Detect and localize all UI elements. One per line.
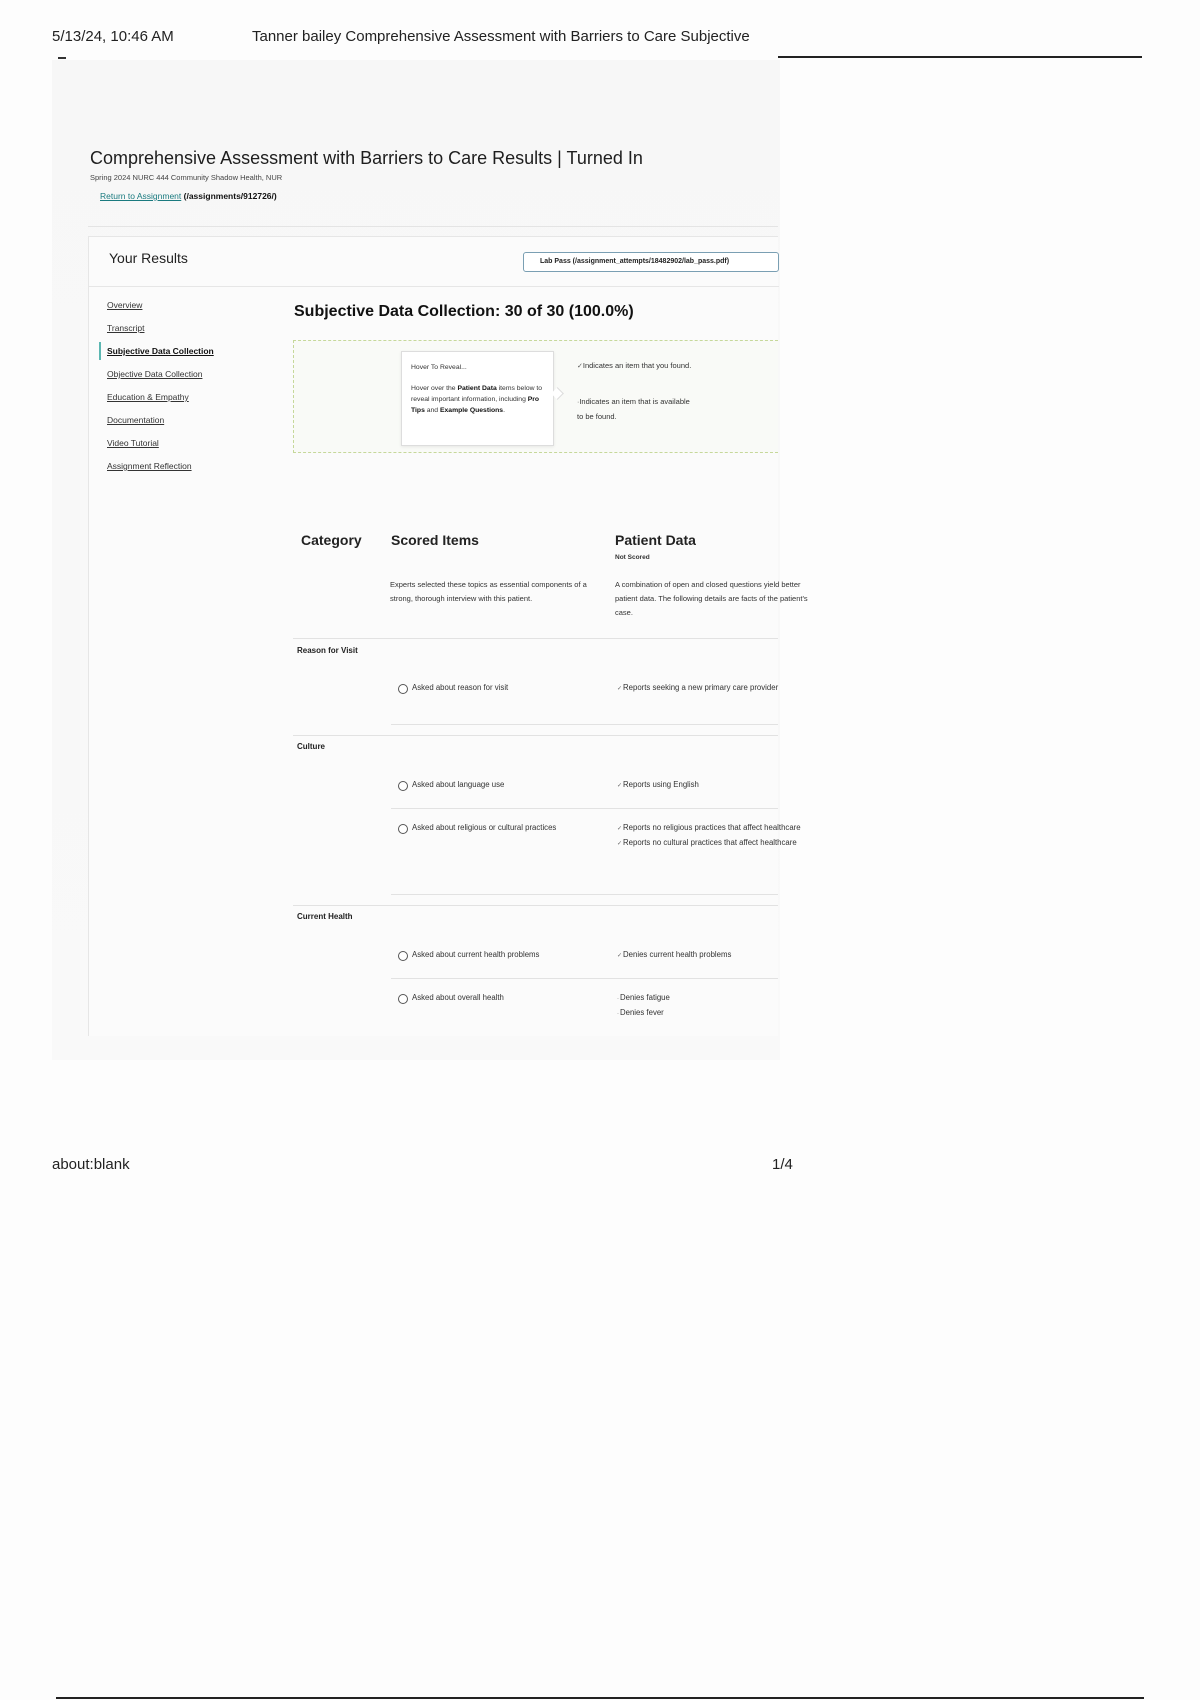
tooltip-body: Hover over the Patient Data items below … bbox=[411, 385, 543, 414]
patient-data-item[interactable]: ✓Denies current health problems bbox=[617, 948, 812, 963]
nav-item-transcript[interactable]: Transcript bbox=[107, 323, 237, 346]
divider bbox=[88, 226, 778, 227]
category-current-health: Current Health bbox=[297, 912, 353, 921]
scored-items-description: Experts selected these topics as essenti… bbox=[390, 580, 587, 603]
scored-item: Asked about reason for visit bbox=[398, 683, 508, 694]
nav-item-objective-data-collection[interactable]: Objective Data Collection bbox=[107, 369, 237, 392]
scored-item-radio bbox=[398, 684, 408, 694]
scored-item: Asked about religious or cultural practi… bbox=[398, 823, 556, 834]
header-rule bbox=[778, 56, 1142, 58]
lab-pass-button[interactable]: Lab Pass (/assignment_attempts/18482902/… bbox=[523, 252, 779, 272]
not-scored-label: Not Scored bbox=[615, 554, 650, 561]
scored-item-radio bbox=[398, 951, 408, 961]
scored-item-radio bbox=[398, 824, 408, 834]
course-subtitle: Spring 2024 NURC 444 Community Shadow He… bbox=[90, 173, 283, 182]
patient-data-cell: ✓Reports using English bbox=[617, 778, 812, 793]
tooltip-heading: Hover To Reveal... bbox=[411, 364, 467, 371]
patient-data-item[interactable]: ·Denies fever bbox=[617, 1006, 812, 1021]
category-reason-for-visit: Reason for Visit bbox=[297, 646, 358, 655]
hover-tooltip: Hover To Reveal... Hover over the Patien… bbox=[401, 351, 554, 446]
patient-data-item[interactable]: ✓Reports using English bbox=[617, 778, 812, 793]
card-divider bbox=[89, 286, 779, 287]
found-check-icon: ✓ bbox=[617, 686, 623, 692]
print-footer-page: 1/4 bbox=[772, 1156, 793, 1173]
available-icon: · bbox=[617, 996, 619, 1002]
patient-data-cell: ✓Reports no religious practices that aff… bbox=[617, 821, 812, 851]
scored-item-radio bbox=[398, 994, 408, 1004]
patient-data-item[interactable]: ✓Reports seeking a new primary care prov… bbox=[617, 681, 812, 696]
row-divider bbox=[293, 905, 778, 906]
available-icon: · bbox=[617, 1011, 619, 1017]
page-title: Comprehensive Assessment with Barriers t… bbox=[90, 148, 643, 168]
scored-item: Asked about current health problems bbox=[398, 950, 539, 961]
row-divider bbox=[391, 808, 778, 809]
scored-item: Asked about language use bbox=[398, 780, 504, 791]
patient-data-item[interactable]: ·Denies fatigue bbox=[617, 991, 812, 1006]
results-nav: Overview Transcript Subjective Data Coll… bbox=[99, 300, 237, 484]
column-header-category: Category bbox=[301, 532, 362, 548]
found-check-icon: ✓ bbox=[617, 826, 623, 832]
section-title: Subjective Data Collection: 30 of 30 (10… bbox=[294, 303, 634, 320]
nav-item-documentation[interactable]: Documentation bbox=[107, 415, 237, 438]
legend-box: Hover To Reveal... Hover over the Patien… bbox=[293, 340, 778, 453]
print-title: Tanner bailey Comprehensive Assessment w… bbox=[252, 28, 750, 45]
nav-item-education-empathy[interactable]: Education & Empathy bbox=[107, 392, 237, 415]
nav-item-overview[interactable]: Overview bbox=[107, 300, 237, 323]
legend-available: ·Indicates an item that is available to … bbox=[577, 397, 690, 421]
patient-data-description: A combination of open and closed questio… bbox=[615, 580, 808, 617]
return-to-assignment-link[interactable]: Return to Assignment bbox=[100, 191, 181, 201]
found-check-icon: ✓ bbox=[617, 953, 623, 959]
patient-data-cell: ✓Reports seeking a new primary care prov… bbox=[617, 681, 812, 696]
row-divider bbox=[391, 894, 778, 895]
captured-page: Comprehensive Assessment with Barriers t… bbox=[52, 60, 808, 1060]
scored-item-radio bbox=[398, 781, 408, 791]
category-culture: Culture bbox=[297, 742, 325, 751]
print-date: 5/13/24, 10:46 AM bbox=[52, 28, 174, 45]
patient-data-item[interactable]: ✓Reports no cultural practices that affe… bbox=[617, 836, 812, 851]
row-divider bbox=[293, 735, 778, 736]
scored-item: Asked about overall health bbox=[398, 993, 504, 1004]
row-divider bbox=[391, 978, 778, 979]
patient-data-cell: ✓Denies current health problems bbox=[617, 948, 812, 963]
nav-item-assignment-reflection[interactable]: Assignment Reflection bbox=[107, 461, 237, 484]
print-footer-url: about:blank bbox=[52, 1156, 130, 1173]
nav-item-subjective-data-collection[interactable]: Subjective Data Collection bbox=[99, 342, 237, 369]
column-header-patient-data: Patient Data bbox=[615, 532, 696, 548]
patient-data-cell: ·Denies fatigue ·Denies fever bbox=[617, 991, 812, 1021]
patient-data-item[interactable]: ✓Reports no religious practices that aff… bbox=[617, 821, 812, 836]
results-heading: Your Results bbox=[109, 250, 188, 266]
row-divider bbox=[293, 638, 778, 639]
return-path: (/assignments/912726/) bbox=[183, 191, 277, 201]
legend-found: ✓Indicates an item that you found. bbox=[577, 361, 692, 370]
page-tick-mark bbox=[58, 57, 66, 59]
footer-rule bbox=[56, 1697, 1144, 1699]
row-divider bbox=[391, 724, 778, 725]
found-check-icon: ✓ bbox=[617, 841, 623, 847]
nav-item-video-tutorial[interactable]: Video Tutorial bbox=[107, 438, 237, 461]
return-row: Return to Assignment (/assignments/91272… bbox=[100, 191, 277, 201]
column-header-scored-items: Scored Items bbox=[391, 532, 479, 548]
found-check-icon: ✓ bbox=[617, 783, 623, 789]
